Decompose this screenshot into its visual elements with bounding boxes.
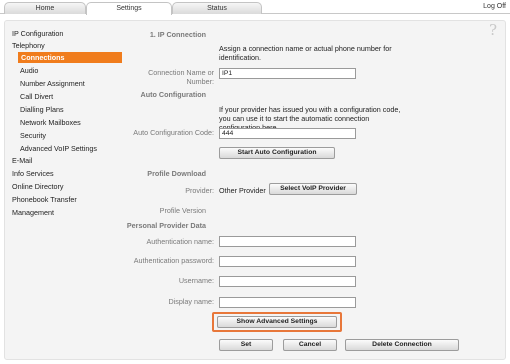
tab-settings[interactable]: Settings bbox=[86, 2, 172, 15]
display-name-input[interactable] bbox=[219, 297, 356, 308]
username-label: Username: bbox=[178, 276, 214, 285]
auto-config-code-label: Auto Configuration Code: bbox=[133, 128, 214, 137]
username-input[interactable] bbox=[219, 276, 356, 287]
delete-connection-button[interactable]: Delete Connection bbox=[345, 339, 459, 351]
auth-name-label: Authentication name: bbox=[146, 237, 214, 246]
auth-password-label: Authentication password: bbox=[133, 256, 214, 265]
sidebar-item-telephony[interactable]: Telephony bbox=[12, 40, 45, 51]
logoff-link[interactable]: Log Off bbox=[483, 3, 506, 10]
sidebar-item-security[interactable]: Security bbox=[20, 130, 46, 141]
sidebar-item-management[interactable]: Management bbox=[12, 207, 54, 218]
display-name-label: Display name: bbox=[168, 297, 214, 306]
sidebar-item-network-mailboxes[interactable]: Network Mailboxes bbox=[20, 117, 81, 128]
sidebar-item-online-directory[interactable]: Online Directory bbox=[12, 181, 64, 192]
provider-label: Provider: bbox=[185, 186, 214, 195]
sidebar-item-email[interactable]: E-Mail bbox=[12, 155, 32, 166]
help-icon[interactable]: ? bbox=[489, 21, 497, 39]
start-auto-config-button[interactable]: Start Auto Configuration bbox=[219, 147, 335, 159]
sidebar-item-ip-configuration[interactable]: IP Configuration bbox=[12, 28, 63, 39]
set-button[interactable]: Set bbox=[219, 339, 273, 351]
cancel-button[interactable]: Cancel bbox=[283, 339, 337, 351]
section-profile-download: Profile Download bbox=[147, 169, 206, 178]
sidebar-item-call-divert[interactable]: Call Divert bbox=[20, 91, 53, 102]
show-advanced-settings-button[interactable]: Show Advanced Settings bbox=[217, 316, 337, 328]
sidebar-item-advanced-voip[interactable]: Advanced VoIP Settings bbox=[20, 143, 97, 154]
sidebar-item-phonebook-transfer[interactable]: Phonebook Transfer bbox=[12, 194, 77, 205]
sidebar-item-number-assignment[interactable]: Number Assignment bbox=[20, 78, 85, 89]
connection-name-label: Connection Name or Number: bbox=[148, 68, 214, 86]
sidebar-item-connections[interactable]: Connections bbox=[18, 52, 122, 63]
sidebar-item-audio[interactable]: Audio bbox=[20, 65, 38, 76]
top-tab-bar: Home Settings Status Log Off bbox=[0, 0, 510, 15]
auto-config-code-input[interactable]: 444 bbox=[219, 128, 356, 139]
profile-version-label: Profile Version bbox=[159, 206, 206, 215]
section-personal-provider-data: Personal Provider Data bbox=[126, 221, 206, 230]
connection-name-input[interactable]: IP1 bbox=[219, 68, 356, 79]
auth-password-input[interactable] bbox=[219, 256, 356, 267]
select-voip-provider-button[interactable]: Select VoIP Provider bbox=[269, 183, 357, 195]
tab-status[interactable]: Status bbox=[172, 2, 262, 14]
section-auto-configuration: Auto Configuration bbox=[140, 90, 206, 99]
auth-name-input[interactable] bbox=[219, 236, 356, 247]
sidebar-item-dialling-plans[interactable]: Dialling Plans bbox=[20, 104, 64, 115]
sidebar-item-info-services[interactable]: Info Services bbox=[12, 168, 54, 179]
tab-home[interactable]: Home bbox=[4, 2, 86, 14]
section-ip-connection: 1. IP Connection bbox=[149, 30, 206, 39]
provider-value: Other Provider bbox=[219, 186, 266, 195]
ip-connection-help: Assign a connection name or actual phone… bbox=[219, 44, 392, 62]
